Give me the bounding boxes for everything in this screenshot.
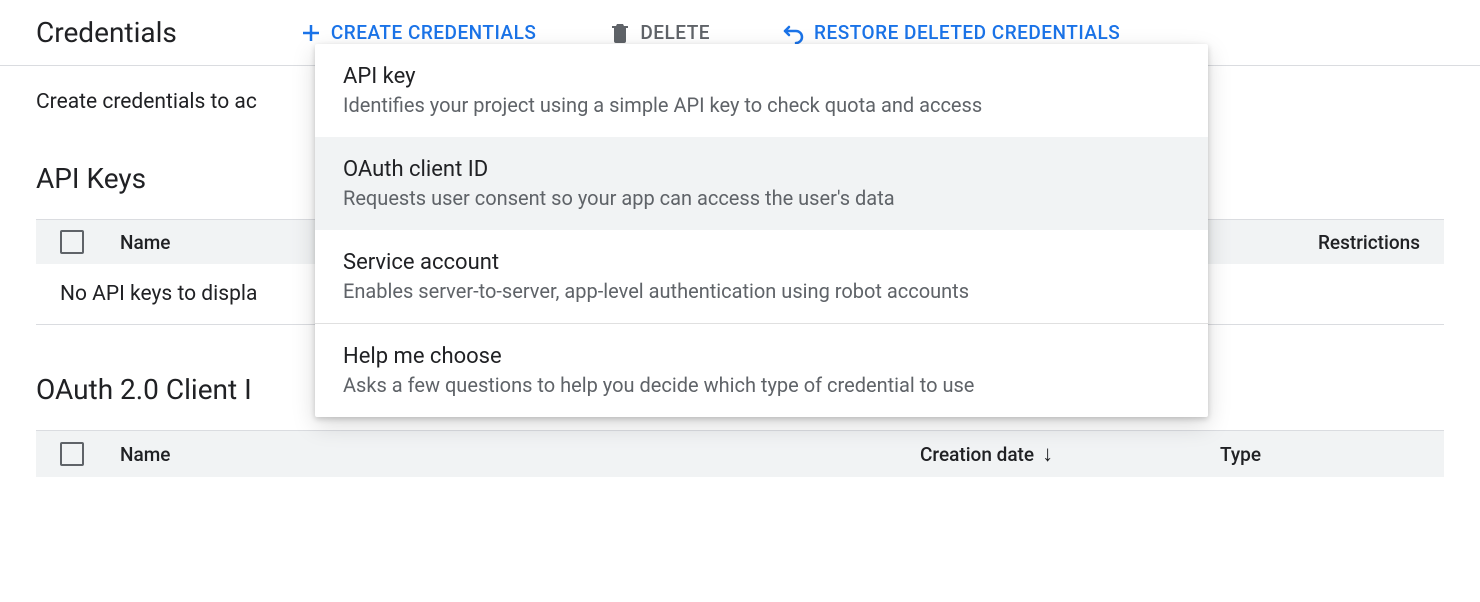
dropdown-item-desc: Requests user consent so your app can ac…	[343, 186, 1180, 210]
create-credentials-dropdown: API key Identifies your project using a …	[315, 44, 1208, 417]
dropdown-item-desc: Enables server-to-server, app-level auth…	[343, 279, 1180, 303]
delete-label: DELETE	[640, 21, 710, 44]
column-type[interactable]: Type	[1220, 443, 1420, 466]
undo-icon	[782, 21, 806, 45]
restore-button[interactable]: RESTORE DELETED CREDENTIALS	[782, 21, 1120, 45]
dropdown-item-api-key[interactable]: API key Identifies your project using a …	[315, 44, 1208, 137]
dropdown-item-desc: Asks a few questions to help you decide …	[343, 373, 1180, 397]
dropdown-item-title: OAuth client ID	[343, 157, 1180, 182]
checkbox-cell	[60, 230, 120, 254]
column-restrictions[interactable]: Restrictions	[1250, 231, 1420, 254]
checkbox-cell	[60, 442, 120, 466]
trash-icon	[608, 21, 632, 45]
content-area: API key Identifies your project using a …	[0, 66, 1480, 501]
create-credentials-label: CREATE CREDENTIALS	[331, 21, 537, 44]
select-all-checkbox[interactable]	[60, 230, 84, 254]
restore-label: RESTORE DELETED CREDENTIALS	[814, 21, 1120, 44]
select-all-checkbox[interactable]	[60, 442, 84, 466]
dropdown-item-help-me-choose[interactable]: Help me choose Asks a few questions to h…	[315, 324, 1208, 417]
column-creation-date[interactable]: Creation date ↓	[920, 441, 1220, 467]
plus-icon	[299, 21, 323, 45]
column-name[interactable]: Name	[120, 443, 920, 466]
dropdown-item-desc: Identifies your project using a simple A…	[343, 93, 1180, 117]
create-credentials-button[interactable]: CREATE CREDENTIALS	[299, 21, 537, 45]
page-title: Credentials	[36, 16, 177, 49]
dropdown-item-oauth-client-id[interactable]: OAuth client ID Requests user consent so…	[315, 137, 1208, 230]
dropdown-item-title: API key	[343, 64, 1180, 89]
column-creation-label: Creation date	[920, 443, 1034, 466]
dropdown-item-title: Help me choose	[343, 344, 1180, 369]
oauth-table-header: Name Creation date ↓ Type	[36, 430, 1444, 477]
dropdown-item-title: Service account	[343, 250, 1180, 275]
sort-arrow-down-icon: ↓	[1042, 441, 1053, 467]
dropdown-item-service-account[interactable]: Service account Enables server-to-server…	[315, 230, 1208, 323]
delete-button[interactable]: DELETE	[608, 21, 710, 45]
